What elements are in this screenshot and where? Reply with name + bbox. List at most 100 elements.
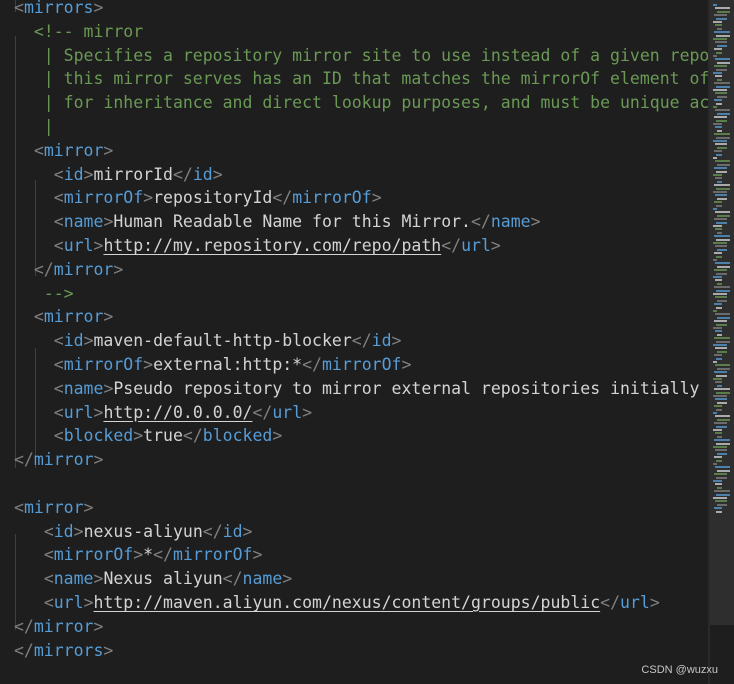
- code-token: -->: [43, 283, 74, 303]
- minimap-line: [717, 231, 722, 234]
- code-token: <: [33, 140, 44, 160]
- code-token: nexus-aliyun: [83, 521, 203, 541]
- minimap-line: [713, 38, 727, 40]
- code-token: http://my.repository.com/repo/path: [103, 236, 442, 255]
- minimap-line: [717, 435, 722, 438]
- code-token: >: [103, 307, 114, 327]
- code-token: <: [53, 212, 64, 232]
- minimap-line: [714, 507, 722, 510]
- code-token: >: [83, 593, 94, 612]
- code-token: mirror: [33, 450, 94, 470]
- code-token: Human Readable Name for this Mirror.: [113, 212, 471, 232]
- code-token: >: [272, 426, 283, 446]
- code-token: >: [73, 521, 84, 541]
- code-token: | Specifies a repository mirror site to …: [14, 45, 708, 65]
- minimap-line: [713, 225, 722, 227]
- code-token: mirrorOf: [63, 188, 144, 208]
- code-token: | this mirror serves has an ID that matc…: [14, 69, 708, 89]
- minimap-line: [713, 395, 727, 397]
- code-token: url: [53, 593, 84, 612]
- code-line: <name>Pseudo repository to mirror extern…: [14, 377, 708, 401]
- minimap-line: [715, 262, 730, 265]
- minimap-line: [715, 211, 730, 214]
- code-line: <mirrorOf>external:http:*</mirrorOf>: [14, 353, 412, 377]
- code-token: name: [63, 212, 104, 232]
- minimap-line: [716, 425, 727, 428]
- code-token: </: [153, 545, 173, 565]
- minimap-line: [714, 48, 722, 51]
- code-token: <!-- mirror: [33, 21, 144, 41]
- code-token: </: [351, 331, 372, 351]
- minimap-line: [717, 214, 730, 217]
- minimap-line: [716, 17, 727, 20]
- minimap-line: [714, 337, 730, 340]
- code-token: mirrors: [23, 0, 94, 17]
- code-area[interactable]: < mirrors > <!-- mirror | Specifies a repo…: [0, 0, 708, 684]
- minimap-line: [717, 299, 727, 302]
- minimap-line: [716, 136, 730, 139]
- code-token: </: [14, 616, 34, 636]
- code-token: mirrorOf: [322, 355, 402, 374]
- minimap-line: [717, 78, 722, 81]
- code-token: mirrorOf: [63, 355, 144, 374]
- minimap-line: [713, 361, 717, 363]
- minimap-line: [714, 184, 730, 187]
- minimap-line: [714, 99, 722, 102]
- minimap-line: [715, 330, 722, 333]
- minimap-line: [716, 34, 730, 37]
- code-line: <id>mirrorId</id>: [14, 163, 223, 187]
- code-token: >: [530, 212, 541, 232]
- code-token: >: [242, 521, 253, 541]
- code-token: mirror: [43, 140, 104, 160]
- minimap-line: [716, 51, 722, 54]
- code-token: <: [53, 331, 64, 351]
- code-token: id: [192, 164, 213, 184]
- code-token: >: [103, 140, 114, 160]
- minimap-line: [717, 469, 730, 472]
- code-line: <mirror>: [14, 305, 113, 329]
- code-token: mirrorId: [93, 164, 173, 184]
- code-token: blocked: [63, 426, 134, 446]
- code-token: <: [53, 426, 64, 446]
- minimap-line: [717, 384, 722, 387]
- minimap-line: [714, 269, 727, 272]
- minimap-line: [717, 27, 722, 30]
- minimap-line: [717, 129, 722, 132]
- minimap-line: [713, 463, 717, 465]
- minimap-line: [714, 354, 722, 357]
- code-token: name: [490, 212, 531, 232]
- minimap-line: [716, 170, 727, 173]
- minimap[interactable]: [710, 0, 734, 684]
- watermark: CSDN @wuzxu: [641, 664, 718, 676]
- code-token: name: [53, 569, 94, 589]
- minimap-line: [715, 296, 727, 299]
- minimap-line: [714, 405, 722, 408]
- minimap-line: [715, 75, 722, 78]
- minimap-line: [715, 41, 727, 44]
- code-line: | Specifies a repository mirror site to …: [14, 44, 708, 68]
- code-editor[interactable]: < mirrors > <!-- mirror | Specifies a repo…: [0, 0, 734, 684]
- code-token: >: [391, 331, 402, 351]
- code-token: >: [93, 450, 104, 470]
- code-line: </mirrors>: [14, 639, 113, 663]
- minimap-line: [713, 446, 727, 448]
- code-token: >: [490, 236, 501, 255]
- minimap-line: [715, 24, 722, 27]
- minimap-line: [715, 466, 730, 469]
- code-token: Pseudo repository to mirror external rep…: [113, 378, 708, 398]
- code-token: >: [143, 355, 154, 374]
- minimap-line: [713, 4, 717, 6]
- minimap-line: [715, 364, 730, 367]
- minimap-line: [714, 133, 730, 136]
- minimap-line: [716, 442, 730, 445]
- code-line: <mirrorOf>repositoryId</mirrorOf>: [14, 186, 382, 210]
- minimap-line: [714, 422, 727, 425]
